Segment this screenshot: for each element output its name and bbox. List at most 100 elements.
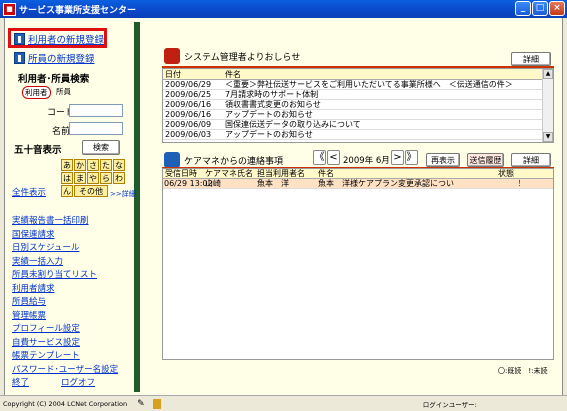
kana-r2-4[interactable]: わ	[113, 172, 125, 184]
notices-table-header: 日付 件名	[163, 69, 553, 80]
maximize-button[interactable]: □	[532, 1, 548, 16]
lock-icon	[152, 398, 161, 409]
menu-link[interactable]: 実績報告書一括印刷	[12, 214, 89, 226]
kana-r2-2[interactable]: や	[87, 172, 99, 184]
kana-r2-1[interactable]: ま	[74, 172, 86, 184]
notices-header: システム管理者よりおしらせ	[164, 48, 300, 64]
sidebar-divider	[134, 22, 140, 392]
menu-link[interactable]: 自費サービス設定	[12, 336, 80, 348]
kana-2[interactable]: さ	[87, 159, 99, 171]
notice-title: アップデートのお知らせ	[225, 130, 313, 139]
col-user: 担当利用者名	[257, 169, 305, 178]
contacts-detail-button[interactable]: 詳細	[511, 153, 551, 167]
prev-month-button[interactable]: <	[327, 150, 340, 165]
notices-detail-button[interactable]: 詳細	[511, 52, 551, 66]
detail-link[interactable]: >>詳細	[110, 189, 136, 199]
notice-title: 領収書書式変更のお知らせ	[225, 100, 321, 109]
redisplay-button[interactable]: 再表示	[426, 153, 460, 167]
copyright: Copyright (C) 2004 LCNet Corporation	[3, 399, 128, 408]
file-icon	[14, 52, 25, 64]
contacts-table: 受信日時 ケアマネ氏名 担当利用者名 件名 状態 06/29 13:02 山崎 …	[162, 168, 554, 360]
notice-row[interactable]: 2009/06/29 ＜重要＞弊社伝送サービスをご利用いただいてる事業所様へ ＜伝…	[163, 80, 553, 90]
month-label: 2009年 6月	[343, 156, 390, 166]
file-icon	[14, 33, 25, 45]
kana-1[interactable]: か	[74, 159, 86, 171]
menu-link[interactable]: 管理帳票	[12, 309, 46, 321]
new-user-label: 利用者の新規登録	[28, 35, 105, 46]
radio-staff[interactable]: 所員	[56, 86, 71, 97]
exit-link[interactable]: 終了	[12, 376, 29, 388]
kana-3[interactable]: た	[100, 159, 112, 171]
notepad-icon	[164, 152, 180, 168]
menu-link[interactable]: パスワード･ユーザー名設定	[12, 363, 118, 375]
kana-r2-3[interactable]: ら	[100, 172, 112, 184]
notice-row[interactable]: 2009/06/16 アップデートのお知らせ	[163, 110, 553, 120]
next-month-button[interactable]: >	[391, 150, 404, 165]
kana-n[interactable]: ん	[61, 185, 73, 197]
contact-user: 魚本 洋	[257, 179, 289, 188]
notices-title: システム管理者よりおしらせ	[184, 52, 301, 63]
show-all-link[interactable]: 全件表示	[12, 186, 46, 198]
notices-table: 日付 件名 2009/06/29 ＜重要＞弊社伝送サービスをご利用いただいてる事業…	[162, 68, 554, 143]
contact-row[interactable]: 06/29 13:02 山崎 魚本 洋 魚本 洋様ケアプラン変更承認につい ！	[163, 179, 553, 189]
notice-title: 国保連伝送データの取り込みについて	[225, 120, 361, 129]
notice-row[interactable]: 2009/06/25 7月請求時のサポート体制	[163, 90, 553, 100]
window-title: サービス事業所支援センター	[19, 5, 137, 16]
new-user-link[interactable]: 利用者の新規登録	[14, 32, 104, 46]
kana-other[interactable]: その他	[74, 185, 108, 197]
history-button[interactable]: 送信履歴	[467, 153, 504, 167]
radio-staff-label: 所員	[56, 87, 71, 96]
new-staff-label: 所員の新規登録	[28, 54, 95, 65]
notice-title: ＜重要＞弊社伝送サービスをご利用いただいてる事業所様へ ＜伝送通信の件＞	[225, 80, 513, 89]
col-title: 件名	[225, 70, 241, 79]
notice-date: 2009/06/16	[165, 100, 212, 109]
first-month-button[interactable]: 《	[313, 150, 326, 165]
legend: 〇:既読 !:未読	[498, 367, 548, 375]
title-bar: ■ サービス事業所支援センター _ □ ×	[0, 0, 567, 18]
menu-link[interactable]: 国保連請求	[12, 228, 55, 240]
new-staff-link[interactable]: 所員の新規登録	[14, 51, 95, 65]
col-received: 受信日時	[165, 169, 197, 178]
notices-scrollbar[interactable]: ▲ ▼	[542, 69, 553, 142]
menu-link[interactable]: プロフィール設定	[12, 322, 80, 334]
notice-row[interactable]: 2009/06/03 アップデートのお知らせ	[163, 130, 553, 140]
notice-title: 7月請求時のサポート体制	[225, 90, 319, 99]
last-month-button[interactable]: 》	[405, 150, 418, 165]
scroll-down-icon[interactable]: ▼	[543, 132, 553, 142]
menu-link[interactable]: 所員未割り当てリスト	[12, 268, 97, 280]
kana-0[interactable]: あ	[61, 159, 73, 171]
logoff-link[interactable]: ログオフ	[61, 376, 95, 388]
menu-link[interactable]: 日別スケジュール	[12, 241, 79, 253]
col-state: 状態	[498, 169, 514, 178]
code-input[interactable]	[69, 104, 123, 117]
menu-link[interactable]: 利用者請求	[12, 282, 55, 294]
col-date: 日付	[165, 70, 181, 79]
notice-row[interactable]: 2009/06/09 国保連伝送データの取り込みについて	[163, 120, 553, 130]
app-icon: ■	[3, 2, 16, 16]
name-label: 名前	[52, 127, 71, 137]
contacts-title: ケアマネからの連絡事項	[184, 156, 284, 167]
name-input[interactable]	[69, 122, 123, 135]
menu-link[interactable]: 帳票テンプレート	[12, 349, 80, 361]
notice-row[interactable]: 2009/06/16 領収書書式変更のお知らせ	[163, 100, 553, 110]
kana-r2-0[interactable]: は	[61, 172, 73, 184]
notice-date: 2009/06/03	[165, 130, 212, 139]
notice-date: 2009/06/25	[165, 90, 212, 99]
radio-user[interactable]: 利用者	[22, 86, 51, 99]
kana-4[interactable]: な	[113, 159, 125, 171]
scroll-up-icon[interactable]: ▲	[543, 69, 553, 79]
notice-date: 2009/06/29	[165, 80, 212, 89]
contacts-table-header: 受信日時 ケアマネ氏名 担当利用者名 件名 状態	[163, 169, 553, 179]
col-subject: 件名	[318, 169, 334, 178]
menu-link[interactable]: 実績一括入力	[12, 255, 63, 267]
notice-date: 2009/06/16	[165, 110, 212, 119]
pen-icon: ✎	[137, 398, 145, 409]
search-button[interactable]: 検索	[82, 140, 120, 155]
minimize-button[interactable]: _	[515, 1, 531, 16]
col-caremanager: ケアマネ氏名	[205, 169, 253, 178]
contact-subject: 魚本 洋様ケアプラン変更承認につい	[318, 179, 454, 188]
contacts-header: ケアマネからの連絡事項	[164, 152, 283, 168]
menu-link[interactable]: 所員給与	[12, 295, 46, 307]
status-bar: Copyright (C) 2004 LCNet Corporation ✎ ロ…	[0, 395, 567, 411]
close-button[interactable]: ×	[549, 1, 565, 16]
